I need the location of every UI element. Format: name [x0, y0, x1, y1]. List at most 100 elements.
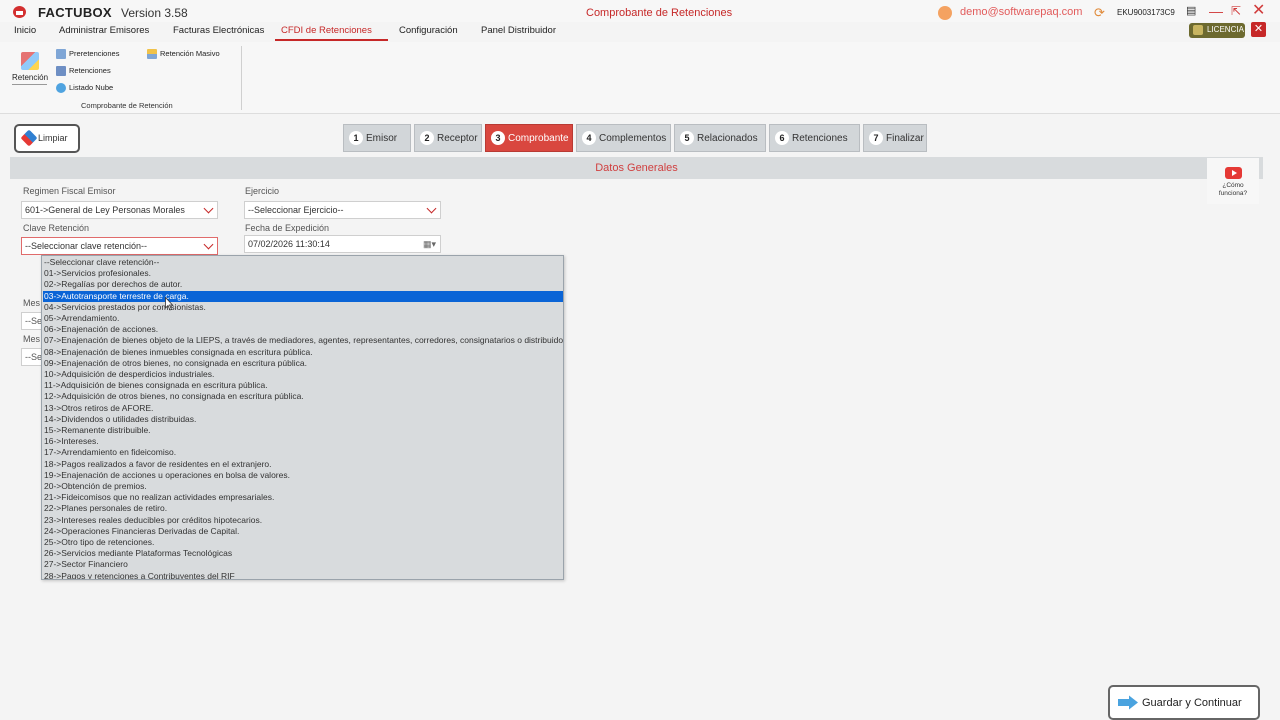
dropdown-option[interactable]: 23->Intereses reales deducibles por créd…	[43, 515, 563, 526]
license-button[interactable]: LICENCIA	[1189, 23, 1245, 38]
dropdown-option[interactable]: 27->Sector Financiero	[43, 559, 563, 570]
regimen-label: Regimen Fiscal Emisor	[23, 186, 116, 196]
mes-inicial-select[interactable]: --Se	[21, 312, 43, 330]
step-number: 4	[582, 131, 596, 145]
notification-icon[interactable]: ▤	[1186, 4, 1196, 18]
dropdown-option[interactable]: 03->Autotransporte terrestre de carga.	[43, 290, 563, 302]
sync-icon[interactable]: ⟳	[1094, 5, 1105, 21]
fecha-picker[interactable]: 07/02/2026 11:30:14 ▦▾	[244, 235, 441, 253]
step-number: 2	[420, 131, 434, 145]
dropdown-option[interactable]: 22->Planes personales de retiro.	[43, 503, 563, 514]
mes-inicial-label: Mes	[23, 298, 41, 308]
menu-administrar-emisores[interactable]: Administrar Emisores	[59, 25, 149, 36]
dropdown-option[interactable]: 07->Enajenación de bienes objeto de la L…	[43, 335, 563, 346]
dropdown-option[interactable]: 12->Adquisición de otros bienes, no cons…	[43, 391, 563, 402]
youtube-icon	[1224, 167, 1242, 179]
dropdown-option[interactable]: 24->Operaciones Financieras Derivadas de…	[43, 526, 563, 537]
dropdown-option[interactable]: 25->Otro tipo de retenciones.	[43, 537, 563, 548]
dropdown-option[interactable]: 28->Pagos y retenciones a Contribuyentes…	[43, 571, 563, 579]
retenciones-button[interactable]: Retenciones	[56, 66, 111, 77]
dropdown-option[interactable]: 19->Enajenación de acciones u operacione…	[43, 470, 563, 481]
title-bar: FACTUBOX Version 3.58 Comprobante de Ret…	[0, 0, 1280, 22]
dropdown-option[interactable]: 26->Servicios mediante Plataformas Tecno…	[43, 548, 563, 559]
close-icon[interactable]: ✕	[1252, 3, 1265, 19]
preretenciones-button[interactable]: Preretenciones	[56, 49, 119, 60]
listado-nube-label: Listado Nube	[69, 83, 114, 92]
step-complementos[interactable]: 4 Complementos	[576, 124, 671, 152]
listado-nube-button[interactable]: Listado Nube	[56, 83, 114, 94]
menu-bar: Inicio Administrar Emisores Facturas Ele…	[0, 22, 1280, 40]
dropdown-option[interactable]: 15->Remanente distribuible.	[43, 425, 563, 436]
dropdown-option[interactable]: 05->Arrendamiento.	[43, 313, 563, 324]
close-session-icon[interactable]: ✕	[1251, 22, 1266, 37]
step-emisor[interactable]: 1 Emisor	[343, 124, 411, 152]
help-video-button[interactable]: ¿Cómo funciona?	[1207, 158, 1259, 204]
step-label: Finalizar	[886, 133, 924, 144]
retencion-masivo-button[interactable]: Retención Masivo	[147, 49, 220, 60]
step-retenciones[interactable]: 6 Retenciones	[769, 124, 860, 152]
dropdown-option[interactable]: 04->Servicios prestados por comisionista…	[43, 302, 563, 313]
retenciones-label: Retenciones	[69, 66, 111, 75]
minimize-icon[interactable]: —	[1209, 4, 1223, 18]
step-label: Comprobante	[508, 133, 569, 144]
ejercicio-label: Ejercicio	[245, 186, 280, 196]
retencion-label: Retención	[12, 73, 48, 85]
dropdown-option[interactable]: 21->Fideicomisos que no realizan activid…	[43, 492, 563, 503]
dropdown-option[interactable]: 18->Pagos realizados a favor de resident…	[43, 459, 563, 470]
dropdown-option[interactable]: 09->Enajenación de otros bienes, no cons…	[43, 358, 563, 369]
step-receptor[interactable]: 2 Receptor	[414, 124, 482, 152]
retencion-button[interactable]: Retención	[12, 52, 48, 85]
dropdown-option[interactable]: 17->Arrendamiento en fideicomiso.	[43, 447, 563, 458]
fecha-label: Fecha de Expedición	[245, 223, 330, 233]
preretenciones-icon	[56, 49, 66, 60]
rfc-label: EKU9003173C9	[1117, 8, 1175, 17]
dropdown-option[interactable]: 11->Adquisición de bienes consignada en …	[43, 380, 563, 391]
dropdown-option[interactable]: 06->Enajenación de acciones.	[43, 324, 563, 335]
section-header: Datos Generales	[10, 157, 1263, 179]
dropdown-option[interactable]: 02->Regalías por derechos de autor.	[43, 279, 563, 290]
mes-final-select[interactable]: --Se	[21, 348, 43, 366]
step-number: 5	[680, 131, 694, 145]
step-relacionados[interactable]: 5 Relacionados	[674, 124, 766, 152]
menu-configuracion[interactable]: Configuración	[399, 25, 458, 36]
dropdown-option[interactable]: 01->Servicios profesionales.	[43, 268, 563, 279]
eraser-icon	[20, 129, 38, 147]
retenciones-icon	[56, 66, 66, 77]
clave-retencion-dropdown-list[interactable]: --Seleccionar clave retención-- 01->Servi…	[41, 255, 564, 580]
dropdown-option[interactable]: 13->Otros retiros de AFORE.	[43, 403, 563, 414]
app-version: Version 3.58	[121, 6, 188, 20]
step-comprobante[interactable]: 3 Comprobante	[485, 124, 573, 152]
user-email-link[interactable]: demo@softwarepaq.com	[960, 6, 1082, 18]
retencion-icon	[20, 52, 39, 70]
menu-inicio[interactable]: Inicio	[14, 25, 36, 36]
chevron-down-icon	[426, 203, 437, 214]
step-label: Receptor	[437, 133, 478, 144]
dropdown-option[interactable]: 14->Dividendos o utilidades distribuidas…	[43, 414, 563, 425]
clear-button[interactable]: Limpiar	[14, 124, 80, 153]
dropdown-option[interactable]: 20->Obtención de premios.	[43, 481, 563, 492]
step-label: Emisor	[366, 133, 398, 144]
calendar-icon[interactable]: ▦▾	[423, 239, 436, 250]
active-menu-indicator	[275, 39, 388, 41]
step-label: Complementos	[599, 133, 667, 144]
regimen-select[interactable]: 601->General de Ley Personas Morales	[21, 201, 218, 219]
help-label-line2: funciona?	[1218, 190, 1248, 197]
clear-label: Limpiar	[38, 133, 68, 143]
save-continue-button[interactable]: Guardar y Continuar	[1108, 685, 1260, 720]
menu-cfdi-retenciones[interactable]: CFDI de Retenciones	[281, 25, 372, 36]
dropdown-option[interactable]: 16->Intereses.	[43, 436, 563, 447]
clave-retencion-select[interactable]: --Seleccionar clave retención--	[21, 237, 218, 255]
mouse-cursor-icon	[165, 297, 173, 311]
menu-panel-distribuidor[interactable]: Panel Distribuidor	[481, 25, 556, 36]
regimen-value: 601->General de Ley Personas Morales	[25, 205, 185, 215]
ribbon-separator	[241, 46, 242, 110]
license-label: LICENCIA	[1207, 25, 1244, 34]
dropdown-option[interactable]: --Seleccionar clave retención--	[43, 257, 563, 268]
maximize-icon[interactable]: ⇱	[1231, 4, 1241, 18]
dropdown-option[interactable]: 10->Adquisición de desperdicios industri…	[43, 369, 563, 380]
dropdown-option[interactable]: 08->Enajenación de bienes inmuebles cons…	[43, 347, 563, 358]
menu-facturas-electronicas[interactable]: Facturas Electrónicas	[173, 25, 264, 36]
ejercicio-select[interactable]: --Seleccionar Ejercicio--	[244, 201, 441, 219]
step-finalizar[interactable]: 7 Finalizar	[863, 124, 927, 152]
step-number: 3	[491, 131, 505, 145]
